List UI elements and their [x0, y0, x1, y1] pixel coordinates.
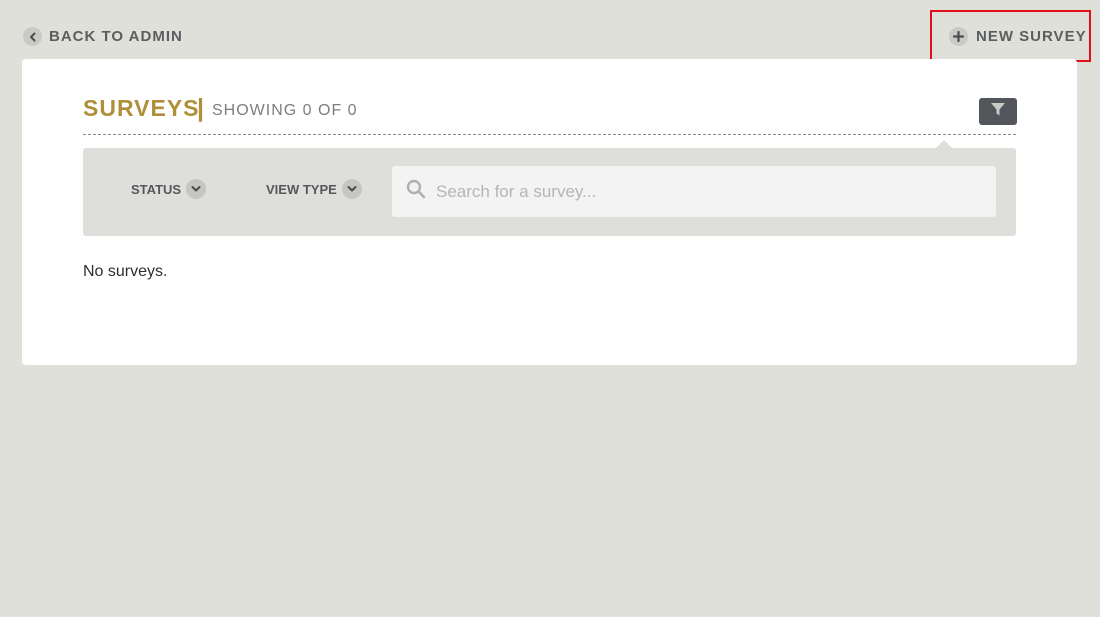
showing-count: SHOWING 0 OF 0 — [212, 102, 358, 119]
search-icon — [406, 179, 426, 204]
chevron-down-icon — [341, 179, 362, 199]
chevron-left-icon — [23, 27, 42, 46]
filter-icon — [990, 102, 1006, 122]
new-survey-button[interactable]: NEW SURVEY — [930, 10, 1091, 62]
page-title: SURVEYS — [83, 95, 200, 121]
title-divider: | — [197, 94, 204, 122]
view-type-dropdown[interactable]: VIEW TYPE — [266, 179, 362, 199]
empty-state-message: No surveys. — [83, 263, 168, 280]
back-to-admin-link[interactable]: BACK TO ADMIN — [23, 27, 183, 46]
new-survey-label: NEW SURVEY — [976, 27, 1087, 45]
search-input[interactable] — [436, 181, 976, 202]
search-box — [392, 166, 996, 217]
view-type-dropdown-label: VIEW TYPE — [266, 181, 337, 197]
chevron-down-icon — [186, 179, 207, 199]
top-bar: BACK TO ADMIN NEW SURVEY — [0, 0, 1100, 62]
surveys-card: SURVEYS | SHOWING 0 OF 0 STATUS VIEW TYP… — [22, 59, 1077, 365]
back-to-admin-label: BACK TO ADMIN — [49, 28, 183, 45]
filter-panel: STATUS VIEW TYPE — [83, 148, 1016, 236]
filter-toggle-button[interactable] — [979, 98, 1017, 125]
plus-icon — [949, 26, 968, 46]
surveys-header: SURVEYS | SHOWING 0 OF 0 — [83, 93, 1017, 135]
status-dropdown-label: STATUS — [131, 181, 182, 197]
status-dropdown[interactable]: STATUS — [131, 179, 207, 199]
